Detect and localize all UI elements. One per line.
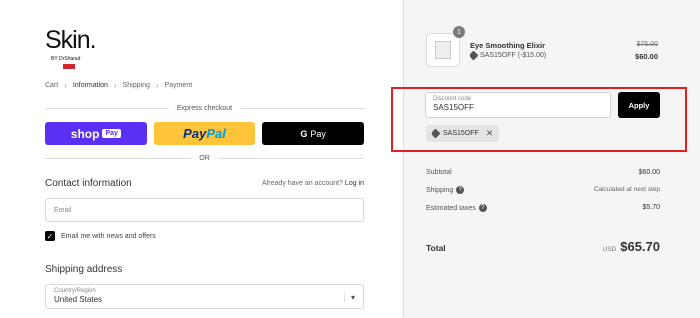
subtotal-row: Subtotal $60.00 (426, 169, 660, 176)
email-placeholder: Email (54, 206, 72, 214)
taxes-row: Estimated taxes? $5.70 (426, 204, 660, 212)
newsletter-checkbox[interactable]: ✓ (45, 231, 55, 241)
express-checkout-header: Express checkout (45, 105, 364, 112)
breadcrumb-shipping: Shipping (122, 82, 150, 89)
product-box-icon (435, 41, 451, 59)
express-buttons: shop Pay Pay Pal G Pay (45, 122, 365, 145)
shipping-address-title: Shipping address (45, 264, 123, 275)
product-image (426, 33, 460, 67)
paypal-button[interactable]: Pay Pal (153, 122, 256, 145)
quantity-badge: 1 (453, 26, 465, 38)
country-select[interactable]: Country/Region United States ▾ (45, 284, 364, 309)
express-checkout-title: Express checkout (176, 105, 233, 112)
close-icon[interactable]: ✕ (486, 128, 494, 139)
brand-logo-text: Skin. (45, 26, 97, 54)
shipping-label: Shipping (426, 186, 454, 194)
google-icon: G (300, 128, 308, 139)
checkout-form-panel: Skin. BY DrSharad Cart › Information › S… (0, 0, 403, 318)
country-label: Country/Region (54, 288, 96, 294)
total-row: Total USD $65.70 (426, 239, 660, 254)
taxes-value: $5.70 (642, 204, 660, 211)
chevron-right-icon: › (64, 81, 67, 90)
breadcrumb: Cart › Information › Shipping › Payment (45, 81, 192, 90)
paypal-label-a: Pay (183, 126, 207, 141)
subtotal-value: $60.00 (638, 169, 660, 176)
tag-icon (468, 50, 479, 61)
newsletter-option: ✓ Email me with news and offers (45, 231, 156, 241)
shipping-row: Shipping? Calculated at next step (426, 186, 660, 194)
google-pay-button[interactable]: G Pay (262, 122, 365, 145)
email-field[interactable]: Email (45, 198, 364, 222)
chevron-right-icon: › (155, 81, 159, 90)
taxes-label-wrap: Estimated taxes? (426, 204, 487, 212)
discount-code-value: SAS15OFF (433, 103, 474, 112)
shipping-value: Calculated at next step (593, 186, 660, 193)
help-icon[interactable]: ? (478, 204, 487, 212)
product-discount: SAS15OFF (-$15.00) (468, 50, 547, 61)
shop-pay-tag: Pay (102, 129, 121, 138)
applied-code-text: SAS15OFF (443, 130, 479, 137)
brand-badge (63, 64, 75, 69)
chevron-down-icon: ▾ (343, 293, 355, 302)
total-amount-wrap: USD $65.70 (603, 239, 661, 254)
product-name: Eye Smoothing Elixir (470, 41, 546, 50)
tag-icon (430, 128, 441, 139)
applied-code-chip: SAS15OFF ✕ (426, 125, 500, 142)
total-amount: $65.70 (620, 239, 660, 254)
contact-title: Contact information (45, 178, 132, 189)
have-account-label: Already have an account? (262, 180, 343, 187)
shop-pay-label: shop (70, 126, 100, 141)
breadcrumb-payment: Payment (164, 82, 193, 89)
currency-code: USD (602, 246, 617, 253)
paypal-label-b: Pal (206, 126, 226, 141)
total-label: Total (426, 243, 446, 253)
order-summary-panel: 1 Eye Smoothing Elixir SAS15OFF (-$15.00… (391, 0, 700, 318)
shipping-label-wrap: Shipping? (426, 186, 465, 194)
shop-pay-button[interactable]: shop Pay (45, 122, 147, 145)
newsletter-label: Email me with news and offers (61, 232, 156, 240)
brand-logo[interactable]: Skin. BY DrSharad (45, 28, 105, 74)
breadcrumb-information: Information (72, 82, 108, 89)
breadcrumb-cart[interactable]: Cart (45, 82, 58, 89)
google-pay-label: Pay (310, 128, 326, 139)
login-link[interactable]: Log in (345, 180, 364, 187)
discounted-price: $60.00 (635, 52, 658, 61)
original-price: $75.00 (636, 41, 658, 48)
product-discount-text: SAS15OFF (-$15.00) (480, 52, 547, 59)
brand-byline: BY DrSharad (51, 56, 81, 62)
discount-code-label: Discount code (433, 96, 472, 102)
country-value: United States (54, 295, 103, 304)
or-label: OR (199, 155, 210, 162)
subtotal-label: Subtotal (426, 169, 452, 176)
chevron-right-icon: › (113, 81, 117, 90)
discount-code-field[interactable]: Discount code SAS15OFF (425, 92, 611, 118)
taxes-label: Estimated taxes (426, 204, 476, 212)
help-icon[interactable]: ? (456, 186, 465, 194)
or-divider: OR (45, 155, 364, 162)
have-account-text: Already have an account? Log in (262, 180, 364, 187)
apply-button[interactable]: Apply (618, 92, 660, 118)
